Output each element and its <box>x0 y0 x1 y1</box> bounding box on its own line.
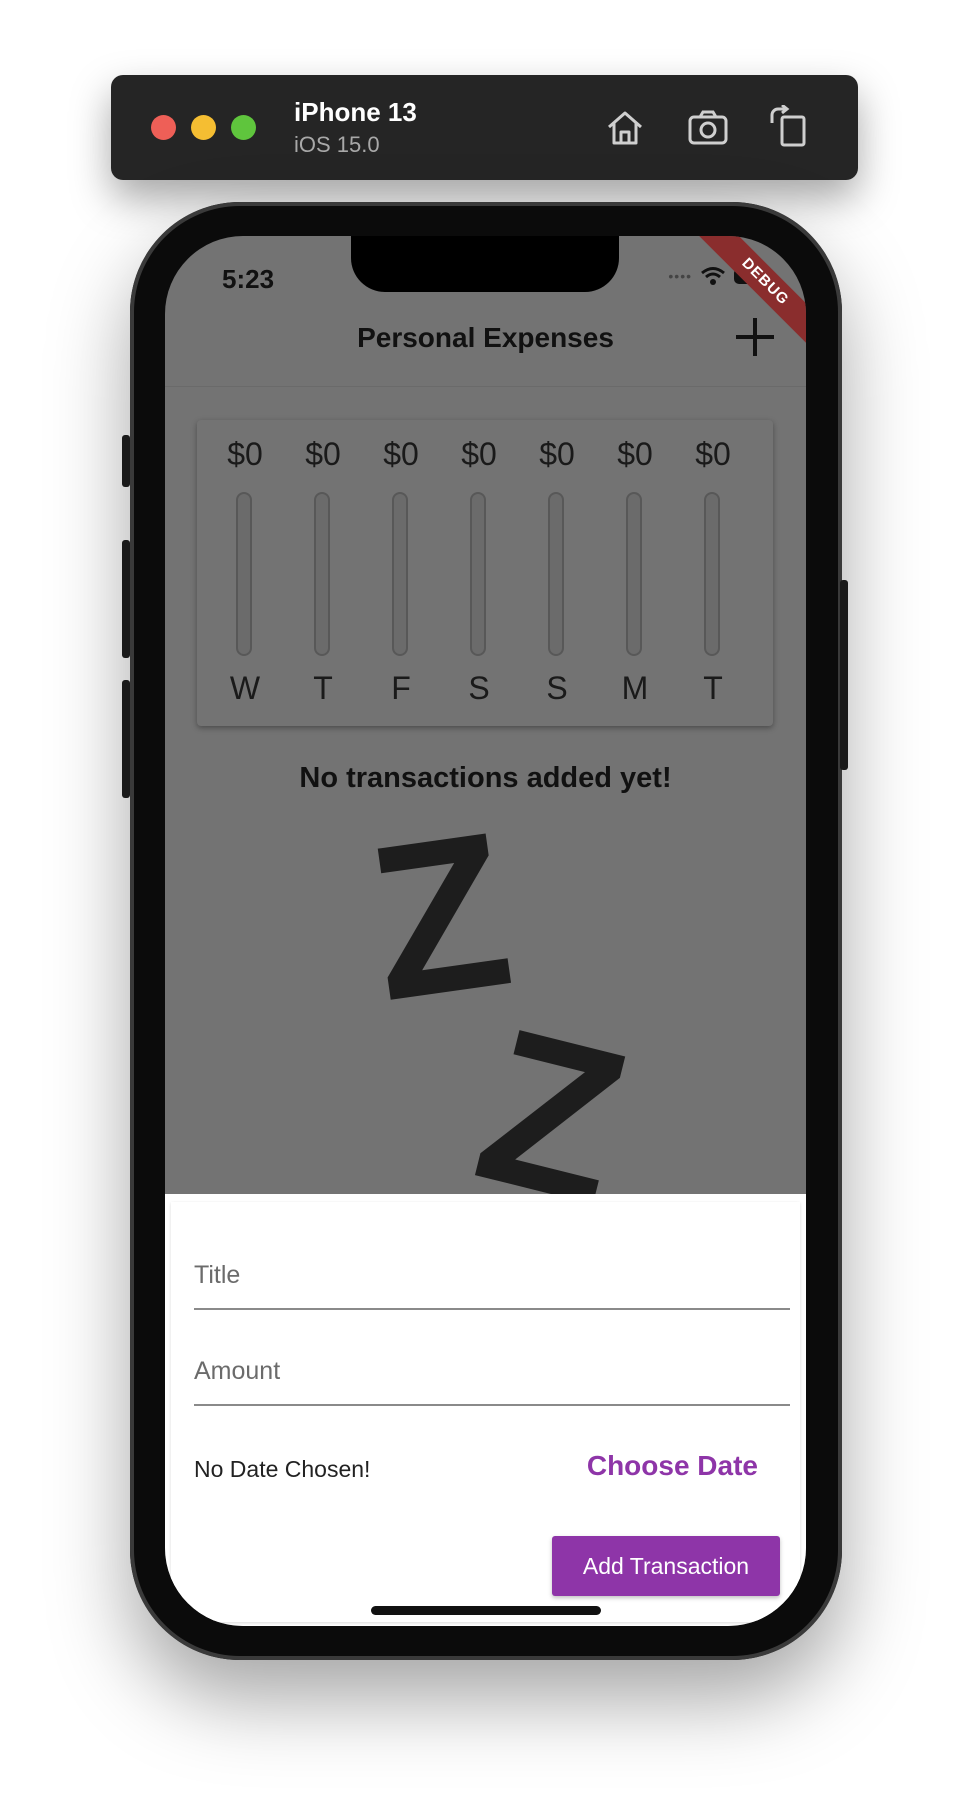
app-bar: Personal Expenses <box>165 286 806 387</box>
bar-amount-label: $0 <box>227 436 263 472</box>
chart-bar-column: $0 T <box>678 420 748 726</box>
bar-amount-label: $0 <box>695 436 731 472</box>
bar-day-label: M <box>621 670 649 706</box>
bar-day-label: F <box>391 670 411 706</box>
bar-amount-label: $0 <box>539 436 575 472</box>
bar-amount-label: $0 <box>383 436 419 472</box>
volume-up-button <box>122 540 130 658</box>
bar-track <box>626 492 642 656</box>
chart-bar-column: $0 F <box>366 420 436 726</box>
weekly-chart-card: $0 W $0 T $0 F $0 S $0 S $0 M $0 T <box>197 420 773 726</box>
bar-day-label: S <box>468 670 490 706</box>
title-input[interactable] <box>194 1261 790 1290</box>
amount-field <box>194 1308 790 1406</box>
bar-track <box>236 492 252 656</box>
bar-amount-label: $0 <box>461 436 497 472</box>
home-indicator <box>371 1606 601 1615</box>
power-button <box>840 580 848 770</box>
bar-day-label: W <box>229 670 261 706</box>
simulator-title-bar: iPhone 13 iOS 15.0 <box>111 75 858 180</box>
date-status-label: No Date Chosen! <box>194 1456 371 1482</box>
bar-track <box>704 492 720 656</box>
zoom-window-button[interactable] <box>231 115 256 140</box>
phone-screen: 5:23 •••• DEBUG Personal Expenses $0 W $0 T… <box>165 236 806 1626</box>
notch <box>351 236 619 292</box>
chart-bar-column: $0 S <box>522 420 592 726</box>
add-transaction-button[interactable]: Add Transaction <box>552 1536 780 1596</box>
chart-bar-column: $0 M <box>600 420 670 726</box>
wifi-icon <box>701 267 725 285</box>
chart-bar-column: $0 T <box>288 420 358 726</box>
volume-down-button <box>122 680 130 798</box>
choose-date-button[interactable]: Choose Date <box>587 1450 758 1482</box>
chart-bar-column: $0 S <box>444 420 514 726</box>
device-os-version: iOS 15.0 <box>294 132 380 157</box>
page-title: Personal Expenses <box>357 322 614 353</box>
bar-track <box>392 492 408 656</box>
bar-track <box>314 492 330 656</box>
bar-track <box>548 492 564 656</box>
signal-icon: •••• <box>668 268 692 284</box>
rotate-icon[interactable] <box>766 103 810 149</box>
minimize-window-button[interactable] <box>191 115 216 140</box>
bar-amount-label: $0 <box>617 436 653 472</box>
amount-input[interactable] <box>194 1357 790 1386</box>
new-transaction-card: No Date Chosen! Choose Date Add Transact… <box>171 1202 800 1622</box>
device-name: iPhone 13 <box>294 97 417 127</box>
new-transaction-sheet: No Date Chosen! Choose Date Add Transact… <box>165 1194 806 1626</box>
bar-amount-label: $0 <box>305 436 341 472</box>
bar-day-label: T <box>313 670 333 706</box>
bar-day-label: T <box>703 670 723 706</box>
mute-switch <box>122 435 130 487</box>
add-icon[interactable] <box>736 318 774 356</box>
screenshot-icon[interactable] <box>686 105 730 149</box>
sleep-z-image: Z <box>356 784 524 1048</box>
chart-bar-column: $0 W <box>210 420 280 726</box>
home-icon[interactable] <box>603 105 647 149</box>
title-field <box>194 1212 790 1310</box>
bar-track <box>470 492 486 656</box>
bar-day-label: S <box>546 670 568 706</box>
close-window-button[interactable] <box>151 115 176 140</box>
